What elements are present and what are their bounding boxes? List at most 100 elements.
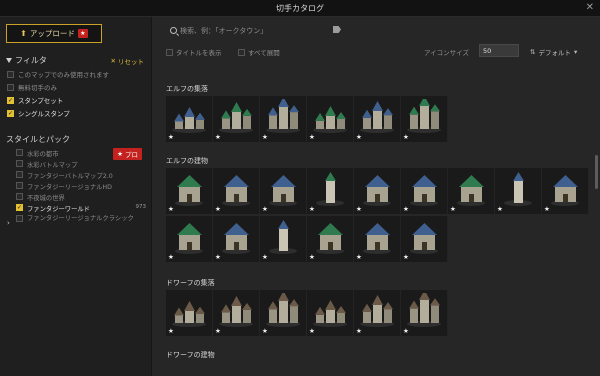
- star-icon[interactable]: ★: [450, 206, 456, 213]
- search-icon: [170, 27, 177, 34]
- style-label: ファンタジーバトルマップ2.0: [27, 173, 113, 180]
- tag-icon[interactable]: [333, 26, 341, 33]
- stamp-tile[interactable]: ★: [213, 168, 260, 214]
- star-icon[interactable]: ★: [309, 134, 315, 141]
- star-icon[interactable]: ★: [262, 206, 268, 213]
- filter-option[interactable]: 無料切手のみ: [7, 82, 57, 92]
- stamp-tile[interactable]: ★: [260, 96, 307, 142]
- scrollbar[interactable]: [595, 155, 598, 189]
- stamp-tile[interactable]: ★: [166, 168, 213, 214]
- stamp-tile[interactable]: ★: [401, 168, 448, 214]
- checkbox[interactable]: [7, 70, 14, 78]
- style-item[interactable]: ファンタジーリージョナルクラシック: [16, 215, 146, 223]
- group-title: ドワーフの集落: [166, 279, 215, 287]
- style-item[interactable]: 不夜城の世界: [16, 193, 146, 202]
- stamp-tile[interactable]: ★: [260, 290, 307, 336]
- stamp-tile[interactable]: ★: [401, 290, 448, 336]
- checkbox-checked[interactable]: ✓: [7, 109, 14, 117]
- show-titles-option[interactable]: タイトルを表示: [166, 47, 222, 57]
- stamp-tile[interactable]: ★: [401, 96, 448, 142]
- star-icon[interactable]: ★: [215, 328, 221, 335]
- filter-option[interactable]: ✓ スタンプセット: [7, 95, 63, 105]
- stamp-tile[interactable]: ★: [260, 168, 307, 214]
- stamp-tile[interactable]: ★: [166, 96, 213, 142]
- stamp-tile[interactable]: ★: [166, 216, 213, 262]
- checkbox[interactable]: [238, 48, 245, 56]
- group-title: ドワーフの建物: [166, 351, 215, 359]
- star-icon[interactable]: ★: [403, 254, 409, 261]
- style-item[interactable]: ファンタジーリージョナルHD: [16, 182, 146, 191]
- star-icon[interactable]: ★: [262, 134, 268, 141]
- star-icon[interactable]: ★: [215, 254, 221, 261]
- star-icon[interactable]: ★: [356, 206, 362, 213]
- star-icon[interactable]: ★: [544, 206, 550, 213]
- stamp-tile[interactable]: ★: [307, 290, 354, 336]
- style-item[interactable]: 水彩の都市: [16, 149, 146, 158]
- stamp-tile[interactable]: ★: [307, 96, 354, 142]
- stamp-tile[interactable]: ★: [401, 216, 448, 262]
- checkbox-checked[interactable]: ✓: [16, 204, 23, 211]
- star-icon[interactable]: ★: [309, 328, 315, 335]
- stamp-tile[interactable]: ★: [354, 216, 401, 262]
- star-icon[interactable]: ★: [356, 134, 362, 141]
- checkbox[interactable]: [16, 160, 23, 167]
- chevron-right-icon[interactable]: ›: [7, 219, 10, 227]
- style-item[interactable]: 水彩バトルマップ: [16, 160, 146, 169]
- stamp-tile[interactable]: ★: [260, 216, 307, 262]
- icon-size-input[interactable]: [479, 44, 519, 57]
- filter-option[interactable]: このマップでのみ使用されます: [7, 69, 109, 79]
- star-icon[interactable]: ★: [215, 206, 221, 213]
- checkbox-checked[interactable]: ✓: [7, 96, 14, 104]
- checkbox[interactable]: [16, 149, 23, 156]
- sort-dropdown[interactable]: ⇅ デフォルト ▾: [530, 47, 577, 57]
- stamp-tile[interactable]: ★: [495, 168, 542, 214]
- star-icon[interactable]: ★: [168, 134, 174, 141]
- upload-label: アップロード: [29, 29, 75, 38]
- stamp-tile[interactable]: ★: [307, 216, 354, 262]
- filter-label: このマップでのみ使用されます: [18, 71, 109, 79]
- star-icon[interactable]: ★: [403, 206, 409, 213]
- star-icon[interactable]: ★: [168, 328, 174, 335]
- star-icon[interactable]: ★: [215, 134, 221, 141]
- checkbox[interactable]: [16, 171, 23, 178]
- tile-row: ★ ★ ★ ★ ★ ★: [166, 216, 448, 262]
- checkbox[interactable]: [166, 48, 173, 56]
- expand-all-option[interactable]: すべて展開: [238, 47, 280, 57]
- checkbox[interactable]: [7, 83, 14, 91]
- star-icon[interactable]: ★: [497, 206, 503, 213]
- style-label: ファンタジーリージョナルクラシック: [27, 215, 134, 222]
- reset-button[interactable]: ✕ リセット: [111, 56, 144, 66]
- star-icon[interactable]: ★: [356, 254, 362, 261]
- stamp-tile[interactable]: ★: [213, 290, 260, 336]
- stamp-tile[interactable]: ★: [542, 168, 589, 214]
- filter-label: スタンプセット: [18, 97, 64, 105]
- stamp-tile[interactable]: ★: [307, 168, 354, 214]
- checkbox[interactable]: [16, 193, 23, 200]
- style-item-active[interactable]: ✓ ファンタジーワールド 973: [16, 204, 146, 213]
- checkbox[interactable]: [16, 215, 23, 222]
- filter-option[interactable]: ✓ シングルスタンプ: [7, 108, 70, 118]
- star-icon[interactable]: ★: [262, 328, 268, 335]
- star-icon[interactable]: ★: [309, 206, 315, 213]
- star-icon[interactable]: ★: [309, 254, 315, 261]
- star-icon[interactable]: ★: [403, 328, 409, 335]
- upload-button[interactable]: ⬆ アップロード ★: [6, 24, 102, 43]
- stamp-tile[interactable]: ★: [354, 290, 401, 336]
- stamp-tile[interactable]: ★: [213, 216, 260, 262]
- stamp-tile[interactable]: ★: [166, 290, 213, 336]
- close-icon[interactable]: ✕: [586, 2, 594, 13]
- stamp-tile[interactable]: ★: [213, 96, 260, 142]
- star-icon[interactable]: ★: [168, 254, 174, 261]
- star-icon[interactable]: ★: [356, 328, 362, 335]
- style-item[interactable]: ファンタジーバトルマップ2.0: [16, 171, 146, 180]
- stamp-tile[interactable]: ★: [354, 168, 401, 214]
- star-icon[interactable]: ★: [403, 134, 409, 141]
- stamp-tile[interactable]: ★: [448, 168, 495, 214]
- upload-icon: ⬆: [20, 29, 27, 38]
- stamp-tile[interactable]: ★: [354, 96, 401, 142]
- star-icon[interactable]: ★: [168, 206, 174, 213]
- filter-label: 無料切手のみ: [18, 84, 57, 92]
- star-icon[interactable]: ★: [262, 254, 268, 261]
- checkbox[interactable]: [16, 182, 23, 189]
- search-input[interactable]: [180, 25, 330, 37]
